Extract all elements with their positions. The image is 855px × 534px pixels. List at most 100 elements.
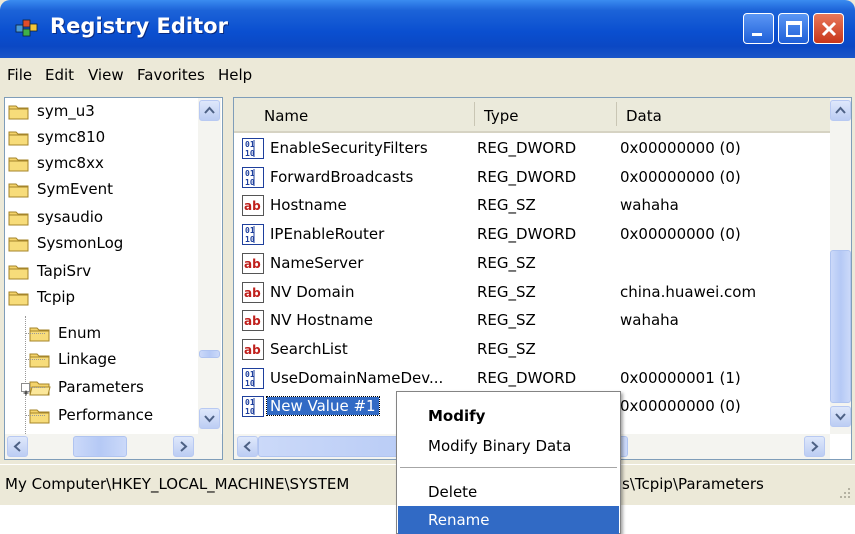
close-icon xyxy=(821,21,837,37)
tree-item-label: TapiSrv xyxy=(37,262,92,280)
tree-item[interactable]: sysaudio xyxy=(8,204,103,230)
value-row[interactable]: ab NameServer REG_SZ xyxy=(234,250,834,278)
tree-item[interactable]: symc8xx xyxy=(8,150,104,176)
value-data: china.huawei.com xyxy=(620,282,757,301)
column-header-type[interactable]: Type xyxy=(477,98,617,133)
scroll-down-button[interactable] xyxy=(199,408,220,429)
folder-icon xyxy=(8,129,30,146)
tree-connector xyxy=(25,333,45,334)
menu-item-modify[interactable]: Modify xyxy=(398,402,619,430)
value-row[interactable]: 01 10 EnableSecurityFilters REG_DWORD 0x00… xyxy=(234,135,834,163)
menu-item-label: Delete xyxy=(428,483,478,501)
svg-text:ab: ab xyxy=(244,199,261,213)
maximize-button[interactable] xyxy=(778,13,809,44)
chevron-right-icon xyxy=(180,441,188,452)
chevron-down-icon xyxy=(204,415,215,423)
value-name: EnableSecurityFilters xyxy=(270,139,428,157)
binary-value-icon: 01 10 xyxy=(242,166,264,188)
status-path: My Computer\HKEY_LOCAL_MACHINE\SYSTEM xyxy=(5,475,350,493)
tree-item-label: Enum xyxy=(58,324,102,342)
tree-item[interactable]: Tcpip xyxy=(8,284,75,310)
plus-icon xyxy=(23,390,29,396)
expand-parameters-button[interactable] xyxy=(21,383,30,396)
menu-item-label: Modify Binary Data xyxy=(428,437,572,455)
column-header-data[interactable]: Data xyxy=(617,98,832,133)
menu-item-delete[interactable]: Delete xyxy=(398,478,619,506)
value-row[interactable]: 01 10 IPEnableRouter REG_DWORD 0x00000000 … xyxy=(234,221,834,249)
value-data: 0x00000001 (1) xyxy=(620,368,741,387)
scroll-thumb[interactable] xyxy=(199,350,220,358)
minimize-button[interactable] xyxy=(743,13,774,44)
value-name: NV Domain xyxy=(270,282,355,301)
value-row[interactable]: ab SearchList REG_SZ xyxy=(234,336,834,364)
tree-horizontal-scrollbar[interactable] xyxy=(5,434,222,459)
binary-value-icon: 01 10 xyxy=(242,396,264,418)
svg-text:10: 10 xyxy=(245,235,255,244)
chevron-up-icon xyxy=(204,106,215,114)
menu-edit[interactable]: Edit xyxy=(45,66,74,84)
tree-item[interactable]: sym_u3 xyxy=(8,98,95,124)
value-row[interactable]: 01 10 UseDomainNameDev... REG_DWORD 0x0000… xyxy=(234,365,834,393)
tree-item[interactable]: symc810 xyxy=(8,124,105,150)
menu-item-label: Rename xyxy=(428,511,490,529)
value-row[interactable]: ab NV Domain REG_SZ china.huawei.com xyxy=(234,279,834,307)
tree-vertical-scrollbar[interactable] xyxy=(198,98,221,434)
menu-help[interactable]: Help xyxy=(218,66,252,84)
menu-item-rename[interactable]: Rename xyxy=(398,506,619,534)
list-vertical-scrollbar[interactable] xyxy=(830,98,851,434)
tree-item-label: symc8xx xyxy=(37,154,104,172)
status-path-tail: s\Tcpip\Parameters xyxy=(622,475,764,493)
svg-text:ab: ab xyxy=(244,257,261,271)
column-header-label: Type xyxy=(484,107,519,125)
column-header-label: Name xyxy=(264,107,309,125)
svg-text:01: 01 xyxy=(245,140,255,149)
maximize-icon xyxy=(786,21,802,37)
scroll-up-button[interactable] xyxy=(830,100,851,121)
tree-item[interactable]: Performance xyxy=(29,402,153,428)
value-row[interactable]: 01 10 ForwardBroadcasts REG_DWORD 0x000000… xyxy=(234,164,834,192)
value-name: ForwardBroadcasts xyxy=(270,167,414,186)
string-value-icon: ab xyxy=(242,195,264,217)
value-name: UseDomainNameDev... xyxy=(270,368,444,387)
scroll-thumb[interactable] xyxy=(830,250,851,403)
svg-text:ab: ab xyxy=(244,286,261,300)
menu-view[interactable]: View xyxy=(88,66,124,84)
value-row[interactable]: ab NV Hostname REG_SZ wahaha xyxy=(234,307,834,335)
string-value-icon: ab xyxy=(242,252,264,274)
svg-text:10: 10 xyxy=(245,407,255,416)
chevron-left-icon xyxy=(243,441,251,452)
menu-file[interactable]: File xyxy=(7,66,32,84)
tree-item[interactable]: TapiSrv xyxy=(8,258,91,284)
binary-value-icon: 01 10 xyxy=(242,138,264,159)
scroll-right-button[interactable] xyxy=(804,436,825,457)
value-data: 0x00000000 (0) xyxy=(620,225,741,244)
menu-bar: File Edit View Favorites Help xyxy=(0,58,855,91)
scroll-right-button[interactable] xyxy=(173,436,194,457)
value-type: REG_SZ xyxy=(477,339,536,358)
close-button[interactable] xyxy=(813,13,844,44)
chevron-left-icon xyxy=(13,441,21,452)
menu-favorites[interactable]: Favorites xyxy=(137,66,205,84)
string-value-icon: ab xyxy=(242,310,264,332)
tree-item[interactable]: SymEvent xyxy=(8,176,113,202)
svg-text:10: 10 xyxy=(245,149,255,158)
scroll-up-button[interactable] xyxy=(199,100,220,121)
folder-icon xyxy=(8,263,30,280)
scroll-thumb[interactable] xyxy=(73,436,127,457)
tree-item[interactable]: SysmonLog xyxy=(8,230,123,256)
column-divider[interactable] xyxy=(474,102,475,126)
scroll-left-button[interactable] xyxy=(237,436,258,457)
scroll-down-button[interactable] xyxy=(830,406,851,427)
title-bar[interactable]: Registry Editor xyxy=(0,0,855,58)
folder-icon xyxy=(8,289,30,306)
string-value-icon: ab xyxy=(242,281,264,303)
menu-item-modify-binary-data[interactable]: Modify Binary Data xyxy=(398,432,619,460)
tree-item-label: Linkage xyxy=(58,350,117,368)
tree-item[interactable]: Parameters xyxy=(29,374,144,400)
value-type: REG_DWORD xyxy=(477,368,577,387)
key-tree-pane[interactable]: sym_u3 symc810 symc8xx SymEvent sysaudio… xyxy=(4,97,223,460)
resize-grip-icon[interactable] xyxy=(837,485,851,499)
value-row[interactable]: ab Hostname REG_SZ wahaha xyxy=(234,192,834,220)
column-header-name[interactable]: Name xyxy=(234,98,477,133)
scroll-left-button[interactable] xyxy=(7,436,28,457)
